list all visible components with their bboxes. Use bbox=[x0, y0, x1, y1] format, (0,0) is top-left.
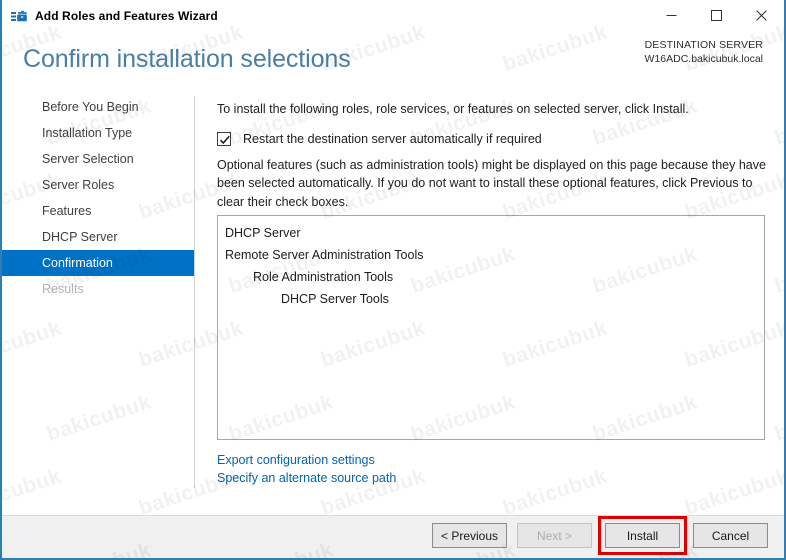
sidebar-item-label: Results bbox=[42, 282, 84, 296]
wizard-footer: < Previous Next > Install Cancel bbox=[2, 516, 784, 558]
list-item[interactable]: DHCP Server Tools bbox=[218, 288, 764, 310]
restart-checkbox-label: Restart the destination server automatic… bbox=[243, 132, 542, 146]
sidebar-item-label: Installation Type bbox=[42, 126, 133, 140]
sidebar-item-label: Confirmation bbox=[42, 256, 113, 270]
install-button-highlight: Install bbox=[598, 516, 687, 555]
install-button[interactable]: Install bbox=[605, 523, 680, 548]
window-controls bbox=[649, 0, 784, 31]
close-button[interactable] bbox=[739, 0, 784, 31]
sidebar-item-features[interactable]: Features bbox=[2, 198, 194, 224]
link-export-configuration-settings[interactable]: Export configuration settings bbox=[217, 452, 396, 470]
page-title: Confirm installation selections bbox=[23, 45, 351, 73]
window-title: Add Roles and Features Wizard bbox=[35, 8, 218, 23]
footer-button-group: < Previous Next > Install Cancel bbox=[432, 516, 768, 555]
link-specify-an-alternate-source-path[interactable]: Specify an alternate source path bbox=[217, 470, 396, 488]
sidebar-item-results: Results bbox=[2, 276, 194, 302]
wizard-nav-sidebar: Before You Begin Installation Type Server … bbox=[2, 94, 194, 506]
list-item-label: Role Administration Tools bbox=[253, 270, 394, 284]
wizard-window: Add Roles and Features Wizard Confirm in… bbox=[0, 0, 786, 560]
maximize-button[interactable] bbox=[694, 0, 739, 31]
sidebar-item-label: Server Selection bbox=[42, 152, 134, 166]
previous-button[interactable]: < Previous bbox=[432, 523, 507, 548]
list-item[interactable]: Role Administration Tools bbox=[218, 266, 764, 288]
sidebar-item-before-you-begin[interactable]: Before You Begin bbox=[2, 94, 194, 120]
sidebar-item-label: Before You Begin bbox=[42, 100, 139, 114]
sidebar-item-label: Features bbox=[42, 204, 92, 218]
restart-checkbox[interactable] bbox=[217, 132, 231, 146]
list-item-label: DHCP Server bbox=[225, 226, 301, 240]
cancel-button[interactable]: Cancel bbox=[693, 523, 768, 548]
server-roles-icon bbox=[11, 8, 27, 24]
sidebar-item-server-selection[interactable]: Server Selection bbox=[2, 146, 194, 172]
wizard-links: Export configuration settings Specify an … bbox=[217, 452, 396, 488]
sidebar-item-server-roles[interactable]: Server Roles bbox=[2, 172, 194, 198]
sidebar-item-installation-type[interactable]: Installation Type bbox=[2, 120, 194, 146]
sidebar-divider bbox=[194, 96, 195, 488]
restart-checkbox-row[interactable]: Restart the destination server automatic… bbox=[217, 132, 542, 146]
selected-components-list[interactable]: DHCP Server Remote Server Administration … bbox=[217, 215, 765, 440]
sidebar-item-label: DHCP Server bbox=[42, 230, 118, 244]
destination-server-block: DESTINATION SERVER W16ADC.bakicubuk.loca… bbox=[645, 39, 763, 67]
page-header: Confirm installation selections DESTINAT… bbox=[2, 31, 784, 94]
minimize-button[interactable] bbox=[649, 0, 694, 31]
sidebar-item-dhcp-server[interactable]: DHCP Server bbox=[2, 224, 194, 250]
list-item-label: DHCP Server Tools bbox=[281, 292, 389, 306]
next-button: Next > bbox=[517, 523, 592, 548]
wizard-body: Before You Begin Installation Type Server … bbox=[2, 94, 784, 506]
intro-text: To install the following roles, role ser… bbox=[217, 102, 689, 116]
destination-server-name: W16ADC.bakicubuk.local bbox=[644, 52, 763, 65]
sidebar-item-label: Server Roles bbox=[42, 178, 115, 192]
title-bar: Add Roles and Features Wizard bbox=[2, 0, 784, 31]
list-item-label: Remote Server Administration Tools bbox=[225, 248, 424, 262]
destination-server-label: DESTINATION SERVER bbox=[644, 39, 763, 51]
list-item[interactable]: DHCP Server bbox=[218, 222, 764, 244]
sidebar-item-confirmation[interactable]: Confirmation bbox=[2, 250, 194, 276]
list-item[interactable]: Remote Server Administration Tools bbox=[218, 244, 764, 266]
optional-features-note: Optional features (such as administratio… bbox=[217, 158, 766, 209]
wizard-main-pane: To install the following roles, role ser… bbox=[195, 94, 784, 506]
